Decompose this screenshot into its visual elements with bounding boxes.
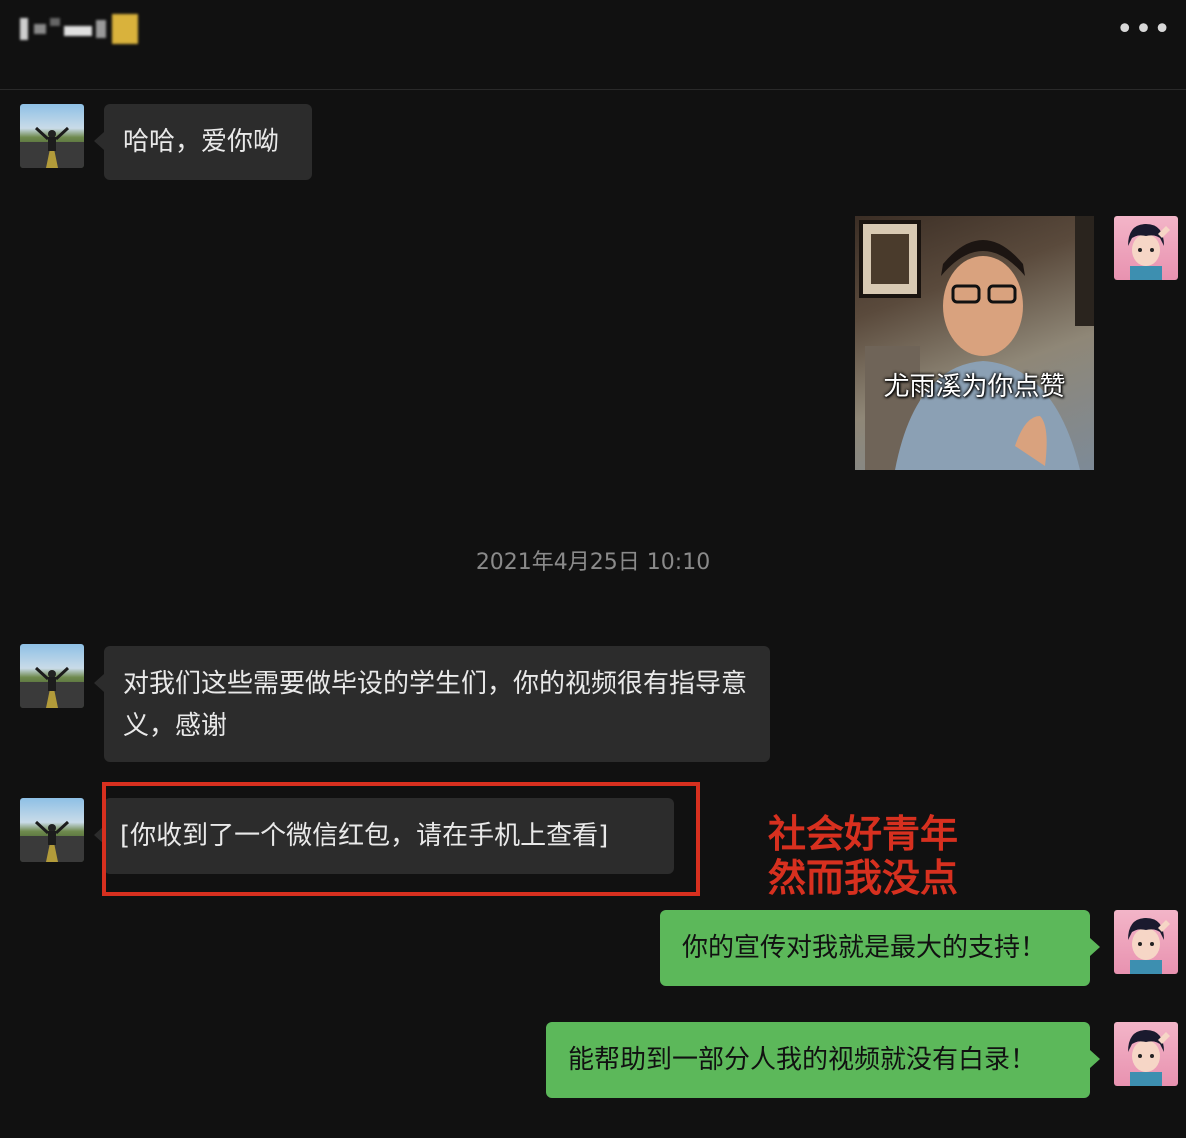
my-avatar[interactable] — [1114, 1022, 1178, 1086]
message-text: 对我们这些需要做毕设的学生们，你的视频很有指导意义，感谢 — [123, 669, 748, 741]
message-bubble[interactable]: 你的宣传对我就是最大的支持！ — [660, 910, 1100, 986]
chat-header: ••• — [0, 0, 1186, 90]
contact-name-redacted — [20, 14, 140, 44]
annotation-text: 社会好青年 然而我没点 — [768, 812, 959, 900]
message-bubble[interactable]: 能帮助到一部分人我的视频就没有白录！ — [546, 1022, 1100, 1098]
message-text: 你的宣传对我就是最大的支持！ — [682, 933, 1047, 963]
sticker-caption: 尤雨溪为你点赞 — [883, 372, 1066, 402]
sticker-image[interactable]: 尤雨溪为你点赞 — [855, 216, 1094, 470]
annotation-highlight-box — [102, 782, 700, 896]
message-bubble[interactable]: 哈哈，爱你呦 — [94, 104, 312, 180]
friend-avatar[interactable] — [20, 644, 84, 708]
friend-avatar[interactable] — [20, 104, 84, 168]
message-text: 哈哈，爱你呦 — [123, 127, 280, 157]
my-avatar[interactable] — [1114, 910, 1178, 974]
my-avatar[interactable] — [1114, 216, 1178, 280]
message-bubble[interactable]: 对我们这些需要做毕设的学生们，你的视频很有指导意义，感谢 — [94, 646, 770, 762]
message-text: 能帮助到一部分人我的视频就没有白录！ — [568, 1045, 1037, 1075]
chat-timestamp: 2021年4月25日 10:10 — [475, 550, 711, 575]
friend-avatar[interactable] — [20, 798, 84, 862]
more-options-icon[interactable]: ••• — [1116, 15, 1172, 45]
